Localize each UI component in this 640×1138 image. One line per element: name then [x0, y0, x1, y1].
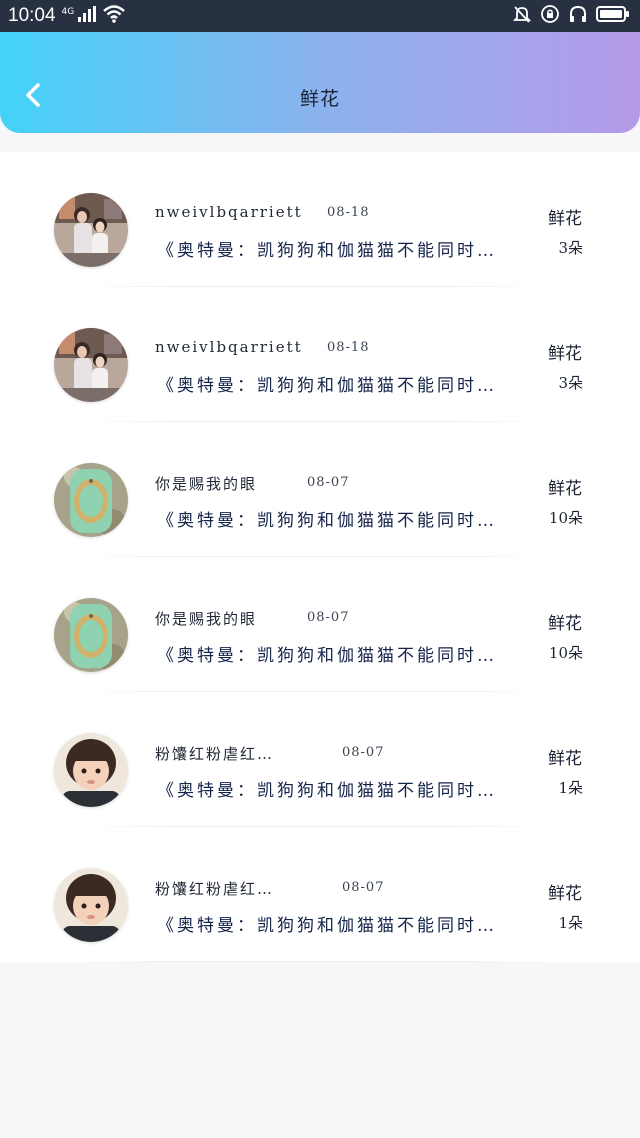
record-message: 《奥特曼：凯狗狗和伽猫猫不能同时…: [157, 511, 497, 531]
record-date: 08-07: [342, 745, 385, 760]
record-message: 《奥特曼：凯狗狗和伽猫猫不能同时…: [157, 241, 497, 261]
header-bar: 鲜花: [0, 32, 640, 133]
status-left: 10:04 4G: [8, 5, 126, 27]
lock-rotation-icon: [540, 4, 560, 28]
signal-icon: [78, 6, 97, 26]
record-date: 08-18: [327, 205, 370, 220]
record-row[interactable]: 粉馕红粉虐红… 08-07 鲜花《奥特曼：凯狗狗和伽猫猫不能同时… 1朵: [0, 692, 640, 827]
avatar[interactable]: [54, 598, 128, 672]
user-name: nweivlbqarriett: [155, 203, 303, 221]
record-message: 《奥特曼：凯狗狗和伽猫猫不能同时…: [157, 781, 497, 801]
avatar[interactable]: [54, 868, 128, 942]
wifi-icon: [102, 5, 126, 27]
user-name: 你是赐我的眼: [155, 610, 258, 628]
gift-name: 鲜花: [548, 884, 582, 904]
record-message: 《奥特曼：凯狗狗和伽猫猫不能同时…: [157, 916, 497, 936]
page-title: 鲜花: [299, 88, 340, 110]
user-name: nweivlbqarriett: [155, 338, 303, 356]
avatar[interactable]: [54, 463, 128, 537]
record-date: 08-07: [342, 880, 385, 895]
record-date: 08-07: [307, 475, 350, 490]
gift-count: 10朵: [548, 644, 583, 662]
record-row[interactable]: nweivlbqarriett 08-18 鲜花《奥特曼：凯狗狗和伽猫猫不能同时… 3…: [0, 152, 640, 287]
record-message: 《奥特曼：凯狗狗和伽猫猫不能同时…: [157, 646, 497, 666]
status-time: 10:04: [8, 5, 56, 26]
record-row[interactable]: 粉馕红粉虐红… 08-07 鲜花《奥特曼：凯狗狗和伽猫猫不能同时… 1朵: [0, 827, 640, 962]
gift-name: 鲜花: [548, 479, 582, 499]
gift-count: 1朵: [558, 914, 583, 932]
status-bar: 10:04 4G: [0, 0, 640, 32]
record-date: 08-07: [307, 610, 350, 625]
record-row[interactable]: 你是赐我的眼 08-07 鲜花《奥特曼：凯狗狗和伽猫猫不能同时… 10朵: [0, 422, 640, 557]
record-row[interactable]: nweivlbqarriett 08-18 鲜花《奥特曼：凯狗狗和伽猫猫不能同时… 3…: [0, 287, 640, 422]
network-type: 4G: [61, 6, 75, 17]
headphones-icon: [568, 4, 588, 28]
gift-name: 鲜花: [548, 209, 582, 229]
gift-count: 1朵: [558, 779, 583, 797]
gift-name: 鲜花: [548, 344, 582, 364]
record-row[interactable]: 你是赐我的眼 08-07 鲜花《奥特曼：凯狗狗和伽猫猫不能同时… 10朵: [0, 557, 640, 692]
record-date: 08-18: [327, 340, 370, 355]
battery-icon: [596, 5, 630, 27]
avatar[interactable]: [54, 193, 128, 267]
gift-count: 3朵: [558, 374, 583, 392]
gift-name: 鲜花: [548, 749, 582, 769]
gift-record-list: nweivlbqarriett 08-18 鲜花 《奥特曼：凯狗狗和伽猫猫不能同时… 3…: [0, 152, 640, 962]
user-name: 你是赐我的眼: [155, 475, 258, 493]
record-message: 《奥特曼：凯狗狗和伽猫猫不能同时…: [157, 376, 497, 396]
status-right: [512, 4, 630, 28]
user-name: 粉馕红粉虐红…: [155, 745, 275, 763]
gift-count: 3朵: [558, 239, 583, 257]
gift-name: 鲜花: [548, 614, 582, 634]
user-name: 粉馕红粉虐红…: [155, 880, 275, 898]
bell-muted-icon: [512, 4, 532, 28]
gift-count: 10朵: [548, 509, 583, 527]
avatar[interactable]: [54, 328, 128, 402]
avatar[interactable]: [54, 733, 128, 807]
row-divider: [80, 961, 545, 962]
